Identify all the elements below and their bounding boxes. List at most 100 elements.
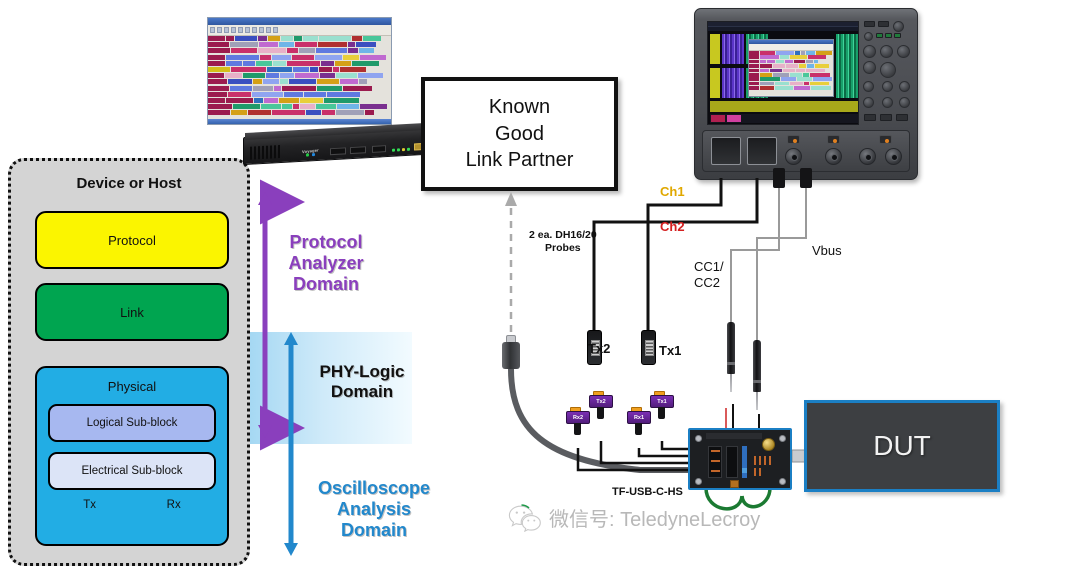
test-fixture-board — [688, 428, 792, 490]
bnc-input-ch2[interactable] — [825, 148, 842, 165]
sub-block-logical: Logical Sub-block — [48, 404, 216, 442]
sub-block-electrical-label: Electrical Sub-block — [82, 465, 183, 477]
wire-vbus — [757, 188, 806, 340]
usbc-cable — [511, 369, 688, 470]
pa-toolbar-button[interactable] — [273, 27, 278, 33]
dut-box: DUT — [804, 400, 1000, 492]
scope-knob[interactable] — [893, 21, 904, 32]
probes-note-label: 2 ea. DH16/20 Probes — [529, 229, 597, 255]
scope-button-run[interactable] — [864, 114, 876, 121]
test-fixture-label: TF-USB-C-HS — [612, 486, 683, 498]
probe-connector-rx2-label: Rx2 — [573, 415, 583, 421]
scope-knob[interactable] — [863, 97, 874, 108]
stack-port-row: Tx Rx — [48, 499, 216, 511]
sub-block-logical-label: Logical Sub-block — [87, 417, 178, 429]
protocol-analyzer-domain-label: Protocol Analyzer Domain — [266, 232, 386, 295]
scope-knob[interactable] — [864, 32, 873, 41]
pa-statusbar — [208, 119, 391, 124]
pa-toolbar-button[interactable] — [231, 27, 236, 33]
overlay-toolbar[interactable] — [749, 44, 833, 51]
pa-packet-list[interactable] — [208, 36, 391, 120]
vbus-label: Vbus — [812, 243, 842, 258]
stack-layer-physical-label: Physical — [108, 379, 156, 394]
digital-probe-module-2[interactable] — [747, 137, 777, 165]
oscilloscope-connector-bay — [702, 130, 910, 172]
known-good-link-partner-box: Known Good Link Partner — [421, 77, 618, 191]
scope-knob-timebase[interactable] — [880, 62, 896, 78]
lead-tx2 — [601, 441, 688, 463]
pa-brand-label: Voyager — [302, 147, 319, 154]
pa-toolbar-button[interactable] — [210, 27, 215, 33]
scope-knob[interactable] — [882, 97, 893, 108]
pa-titlebar — [208, 18, 391, 25]
watermark-text: 微信号: TeledyneLecroy — [549, 503, 760, 532]
phy-logic-domain-label: PHY-Logic Domain — [302, 362, 422, 401]
bnc-input-ch3[interactable] — [859, 148, 876, 165]
stack-port-rx: Rx — [167, 499, 181, 511]
scope-button-stop[interactable] — [880, 114, 892, 121]
ch2-label: Ch2 — [660, 219, 685, 234]
pa-toolbar-button[interactable] — [266, 27, 271, 33]
bnc-input-ch1[interactable] — [785, 148, 802, 165]
pa-toolbar-button[interactable] — [252, 27, 257, 33]
scope-button[interactable] — [878, 21, 889, 27]
wire-ch1 — [648, 178, 721, 330]
scope-button[interactable] — [885, 33, 892, 38]
aux-jack[interactable] — [879, 135, 892, 144]
oscilloscope — [694, 8, 918, 180]
scope-knob-ch1[interactable] — [863, 45, 876, 58]
lead-rx2 — [578, 448, 688, 470]
wire-cc — [731, 188, 779, 322]
lead-tx1 — [662, 441, 688, 449]
scope-knob-trigger[interactable] — [863, 81, 874, 92]
pa-toolbar-button[interactable] — [238, 27, 243, 33]
pa-toolbar-button[interactable] — [224, 27, 229, 33]
wechat-icon — [508, 504, 542, 532]
stack-layer-link-label: Link — [120, 305, 144, 320]
tx1-probe-body — [641, 330, 656, 365]
scope-button-auto[interactable] — [896, 114, 908, 121]
scope-knob-ch2[interactable] — [880, 45, 893, 58]
scope-probe-adapter-1 — [773, 168, 785, 188]
scope-knob-ch4[interactable] — [863, 61, 876, 74]
tx1-label: Tx1 — [659, 343, 681, 358]
known-good-link-partner-label: Known Good Link Partner — [466, 94, 574, 174]
pa-toolbar-button[interactable] — [259, 27, 264, 33]
scope-knob-ch3[interactable] — [897, 45, 910, 58]
overlay-packet-list[interactable] — [749, 51, 833, 95]
scope-button[interactable] — [876, 33, 883, 38]
oscilloscope-domain-label: Oscilloscope Analysis Domain — [298, 478, 450, 541]
ch1-label: Ch1 — [660, 184, 685, 199]
probe-connector-tx1-label: Tx1 — [657, 399, 666, 405]
scope-knob[interactable] — [882, 81, 893, 92]
watermark: 微信号: TeledyneLecroy — [508, 503, 760, 532]
probe-connector-rx1-label: Rx1 — [634, 415, 644, 421]
oscilloscope-front-panel-controls[interactable] — [862, 21, 912, 125]
pa-toolbar-button[interactable] — [217, 27, 222, 33]
bnc-input-ch4[interactable] — [885, 148, 902, 165]
oscilloscope-display[interactable] — [707, 21, 859, 125]
scope-button[interactable] — [894, 33, 901, 38]
cc-label: CC1/CC2 — [694, 259, 724, 290]
scope-button[interactable] — [864, 21, 875, 27]
pa-toolbar — [208, 25, 391, 36]
stack-layer-physical: Physical Logical Sub-block Electrical Su… — [35, 366, 229, 546]
lead-rx1 — [639, 448, 688, 456]
stack-title: Device or Host — [11, 175, 247, 192]
sub-block-electrical: Electrical Sub-block — [48, 452, 216, 490]
protocol-analyzer-hardware: Voyager — [243, 128, 429, 164]
scope-analysis-overlay-window[interactable] — [748, 39, 834, 97]
stack-layer-link: Link — [35, 283, 229, 341]
tx2-label: Tx2 — [588, 341, 610, 356]
usb-c-plug — [502, 335, 520, 369]
scope-toolbar[interactable] — [708, 27, 858, 31]
scope-knob[interactable] — [899, 81, 910, 92]
usb-c-shell — [502, 342, 520, 369]
pa-toolbar-button[interactable] — [245, 27, 250, 33]
stack-layer-protocol: Protocol — [35, 211, 229, 269]
digital-probe-module-1[interactable] — [711, 137, 741, 165]
stack-port-tx: Tx — [83, 499, 96, 511]
probe-power-jack-2[interactable] — [827, 135, 840, 144]
probe-power-jack-1[interactable] — [787, 135, 800, 144]
scope-knob[interactable] — [899, 97, 910, 108]
